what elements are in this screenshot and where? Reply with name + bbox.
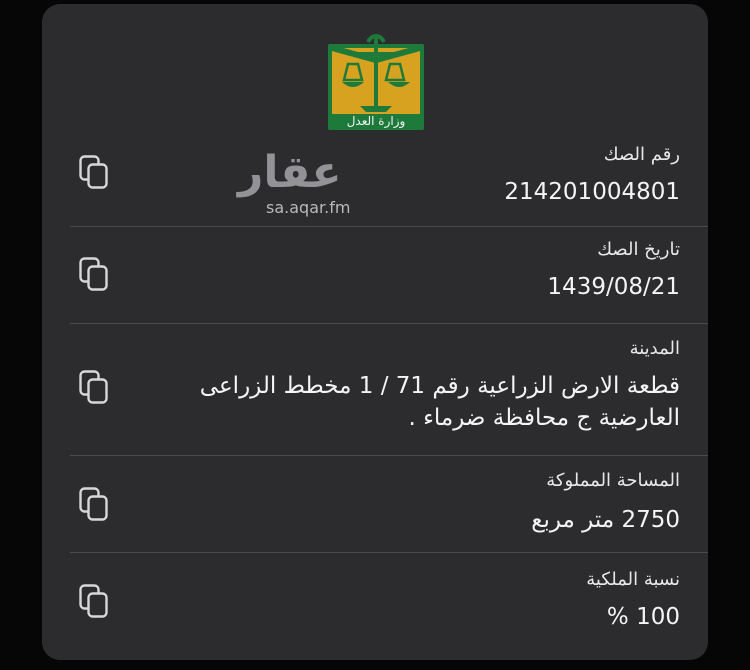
copy-icon[interactable]	[79, 257, 109, 291]
copy-icon[interactable]	[79, 370, 109, 404]
ownership-ratio-label: نسبة الملكية	[586, 569, 680, 590]
deed-number-label: رقم الصك	[603, 144, 680, 165]
deed-number-row: رقم الصك 214201004801	[42, 132, 708, 226]
deed-card: وزارة العدل عقار sa.aqar.fm رقم الصك 214…	[42, 4, 708, 660]
logo-text: وزارة العدل	[347, 114, 406, 129]
ownership-ratio-value: 100 %	[606, 604, 680, 630]
deed-date-label: تاريخ الصك	[597, 239, 680, 260]
copy-icon[interactable]	[79, 487, 109, 521]
city-label: المدينة	[629, 338, 680, 359]
city-row: المدينة قطعة الارض الزراعية رقم 71 / 1 م…	[42, 324, 708, 454]
copy-icon[interactable]	[79, 155, 109, 189]
ministry-of-justice-emblem-icon: وزارة العدل	[328, 34, 424, 130]
copy-icon[interactable]	[79, 584, 109, 618]
city-value: قطعة الارض الزراعية رقم 71 / 1 مخطط الزر…	[199, 373, 680, 431]
deed-number-value: 214201004801	[504, 179, 680, 205]
deed-date-value: 1439/08/21	[547, 274, 680, 300]
owned-area-label: المساحة المملوكة	[546, 470, 680, 491]
ownership-ratio-row: نسبة الملكية 100 %	[42, 553, 708, 660]
deed-date-row: تاريخ الصك 1439/08/21	[42, 227, 708, 323]
owned-area-value: 2750 متر مربع	[531, 507, 680, 533]
owned-area-row: المساحة المملوكة 2750 متر مربع	[42, 456, 708, 552]
